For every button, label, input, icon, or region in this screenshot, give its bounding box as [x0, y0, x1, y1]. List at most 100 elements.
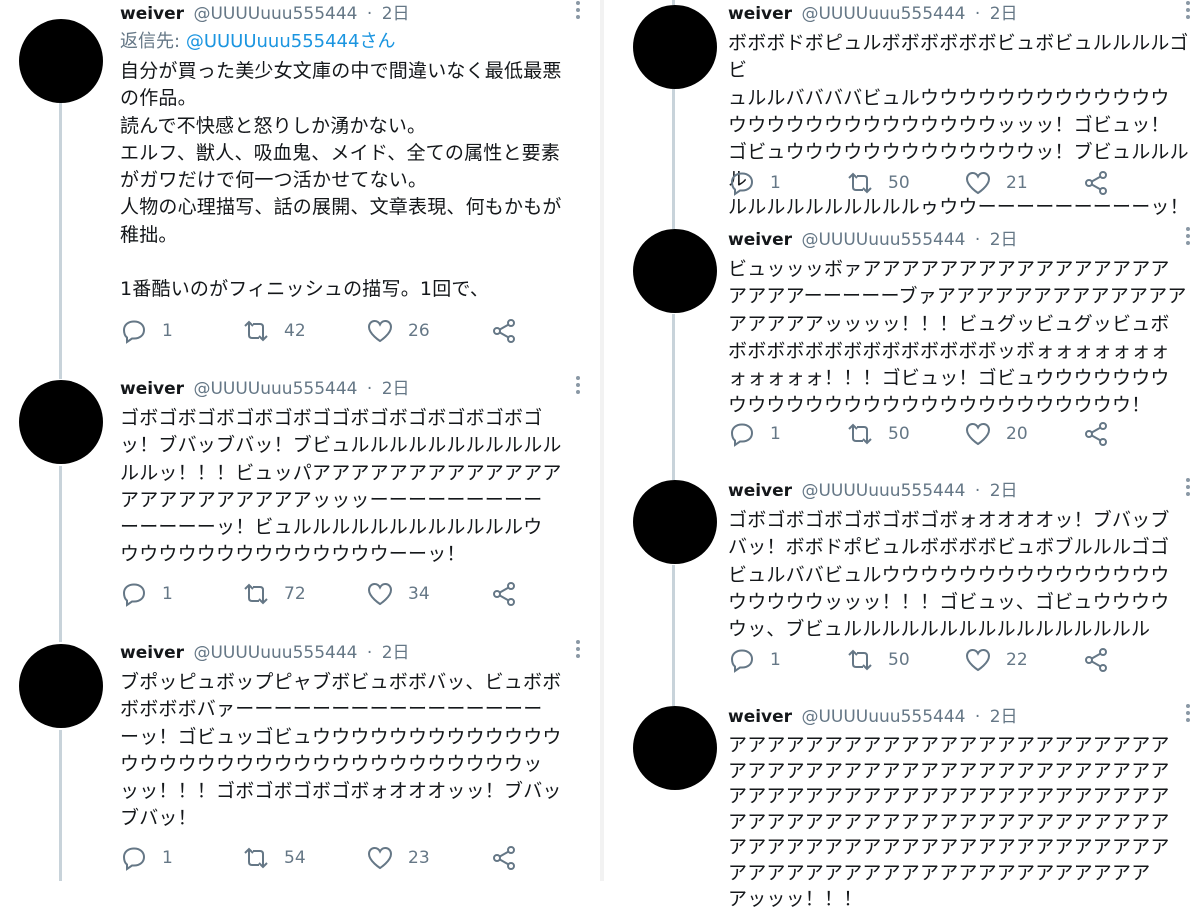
- tweet[interactable]: weiver @UUUUuuu555444 · 2日 返信先: @UUUUuuu…: [0, 0, 590, 370]
- tweet-actions: 1 42 26: [0, 316, 590, 346]
- author-handle[interactable]: @UUUUuuu555444: [193, 643, 357, 663]
- like-button[interactable]: 20: [964, 419, 1028, 449]
- like-count: 22: [1006, 650, 1028, 670]
- separator-dot: ·: [366, 379, 373, 399]
- heart-icon: [367, 846, 393, 870]
- avatar[interactable]: [19, 644, 103, 728]
- like-button[interactable]: 26: [366, 316, 430, 346]
- author-handle[interactable]: @UUUUuuu555444: [193, 379, 357, 399]
- tweet-actions: 1 50 21: [612, 168, 1200, 198]
- reply-button[interactable]: 1: [728, 645, 781, 675]
- share-icon: [1085, 648, 1107, 672]
- share-button[interactable]: [1082, 645, 1110, 675]
- tweet[interactable]: weiver @UUUUuuu555444 · 2日 ボボボドボピュルボボボボボ…: [612, 0, 1200, 220]
- share-icon: [1085, 171, 1107, 195]
- reply-button[interactable]: 1: [728, 168, 781, 198]
- tweet-content: weiver @UUUUuuu555444 · 2日 返信先: @UUUUuuu…: [120, 0, 582, 304]
- avatar[interactable]: [19, 380, 103, 464]
- reply-button[interactable]: 1: [120, 579, 173, 609]
- tweet[interactable]: weiver @UUUUuuu555444 · 2日 アアアアアアアアアアアアア…: [612, 701, 1200, 910]
- reply-to-line: 返信先: @UUUUuuu555444さん: [120, 28, 582, 56]
- like-count: 20: [1006, 424, 1028, 444]
- retweet-button[interactable]: 50: [846, 168, 910, 198]
- tweet[interactable]: weiver @UUUUuuu555444 · 2日 ブポッピュボップピャブボビ…: [0, 639, 590, 881]
- avatar[interactable]: [633, 229, 717, 313]
- retweet-icon: [244, 847, 268, 869]
- share-button[interactable]: [490, 843, 518, 873]
- reply-to-label: 返信先:: [120, 31, 181, 52]
- retweet-icon: [848, 172, 872, 194]
- like-button[interactable]: 22: [964, 645, 1028, 675]
- reply-button[interactable]: 1: [120, 843, 173, 873]
- reply-icon: [730, 172, 754, 196]
- reply-icon: [122, 583, 146, 607]
- more-options-icon[interactable]: [1182, 475, 1194, 501]
- reply-icon: [730, 423, 754, 447]
- tweet-content: weiver @UUUUuuu555444 · 2日 ブポッピュボップピャブボビ…: [120, 639, 582, 833]
- author-name[interactable]: weiver: [120, 643, 184, 663]
- separator-dot: ·: [366, 4, 373, 24]
- retweet-count: 72: [284, 584, 306, 604]
- more-options-icon[interactable]: [1182, 701, 1194, 727]
- reply-to-mention[interactable]: @UUUUuuu555444さん: [186, 31, 396, 52]
- share-button[interactable]: [490, 579, 518, 609]
- avatar[interactable]: [633, 480, 717, 564]
- tweet-header: weiver @UUUUuuu555444 · 2日: [120, 639, 582, 667]
- heart-icon: [965, 171, 991, 195]
- avatar[interactable]: [633, 706, 717, 790]
- retweet-button[interactable]: 54: [242, 843, 306, 873]
- like-count: 26: [408, 321, 430, 341]
- author-handle[interactable]: @UUUUuuu555444: [801, 707, 965, 727]
- tweet-header: weiver @UUUUuuu555444 · 2日: [728, 477, 1192, 505]
- retweet-icon: [244, 583, 268, 605]
- like-button[interactable]: 23: [366, 843, 430, 873]
- author-handle[interactable]: @UUUUuuu555444: [801, 481, 965, 501]
- author-name[interactable]: weiver: [728, 707, 792, 727]
- tweet[interactable]: weiver @UUUUuuu555444 · 2日 ゴボゴボゴボゴボゴボゴゴボ…: [0, 375, 590, 635]
- reply-count: 1: [770, 424, 781, 444]
- share-icon: [493, 319, 515, 343]
- author-name[interactable]: weiver: [120, 4, 184, 24]
- tweet-actions: 1 54 23: [0, 843, 590, 873]
- tweet[interactable]: weiver @UUUUuuu555444 · 2日 ビュッッッボァアアアアアア…: [612, 226, 1200, 476]
- more-options-icon[interactable]: [1182, 0, 1194, 24]
- avatar[interactable]: [19, 19, 103, 103]
- author-handle[interactable]: @UUUUuuu555444: [193, 4, 357, 24]
- share-button[interactable]: [490, 316, 518, 346]
- tweet[interactable]: weiver @UUUUuuu555444 · 2日 ゴボゴボゴボゴボゴボゴボォ…: [612, 477, 1200, 702]
- tweet-text: ブポッピュボップピャブボビュボボバッ、ビュボボ ボボボボバァーーーーーーーーーー…: [120, 671, 562, 830]
- reply-button[interactable]: 1: [120, 316, 173, 346]
- reply-button[interactable]: 1: [728, 419, 781, 449]
- author-handle[interactable]: @UUUUuuu555444: [801, 4, 965, 24]
- author-name[interactable]: weiver: [120, 379, 184, 399]
- tweet-actions: 1 50 22: [612, 645, 1200, 675]
- more-options-icon[interactable]: [572, 373, 584, 399]
- author-name[interactable]: weiver: [728, 230, 792, 250]
- retweet-count: 42: [284, 321, 306, 341]
- retweet-button[interactable]: 50: [846, 419, 910, 449]
- share-button[interactable]: [1082, 168, 1110, 198]
- reply-count: 1: [162, 584, 173, 604]
- more-options-icon[interactable]: [572, 637, 584, 663]
- right-timeline-column: weiver @UUUUuuu555444 · 2日 ボボボドボピュルボボボボボ…: [612, 0, 1200, 910]
- tweet-time: 2日: [989, 707, 1018, 727]
- heart-icon: [965, 648, 991, 672]
- retweet-button[interactable]: 72: [242, 579, 306, 609]
- author-name[interactable]: weiver: [728, 481, 792, 501]
- retweet-button[interactable]: 50: [846, 645, 910, 675]
- retweet-icon: [244, 320, 268, 342]
- author-name[interactable]: weiver: [728, 4, 792, 24]
- tweet-actions: 1 50 20: [612, 419, 1200, 449]
- retweet-button[interactable]: 42: [242, 316, 306, 346]
- avatar[interactable]: [633, 5, 717, 89]
- heart-icon: [367, 319, 393, 343]
- more-options-icon[interactable]: [1182, 224, 1194, 250]
- like-button[interactable]: 21: [964, 168, 1028, 198]
- author-handle[interactable]: @UUUUuuu555444: [801, 230, 965, 250]
- reply-count: 1: [162, 848, 173, 868]
- like-button[interactable]: 34: [366, 579, 430, 609]
- tweet-text: ゴボゴボゴボゴボゴボゴボォオオオオッ！ブバッブ バッ！ボボドポビュルボボボボビュ…: [728, 509, 1170, 641]
- tweet-text: ビュッッッボァアアアアアアアアアアアアアアアア アアアアーーーーーブァアアアアア…: [728, 258, 1187, 417]
- more-options-icon[interactable]: [572, 0, 584, 24]
- share-button[interactable]: [1082, 419, 1110, 449]
